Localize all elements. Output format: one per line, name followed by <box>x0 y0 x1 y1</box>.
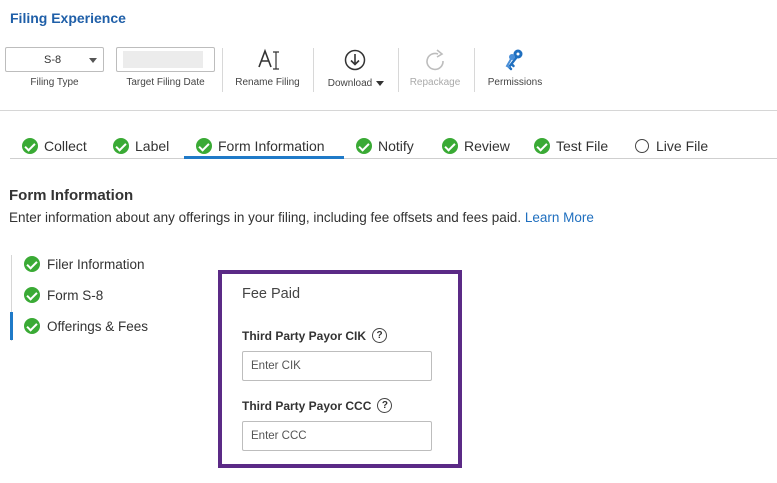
third-party-payor-ccc-input[interactable] <box>242 421 432 451</box>
repackage-label: Repackage <box>409 77 461 88</box>
step-label: Form Information <box>218 138 325 154</box>
filing-type-value: S-8 <box>44 54 62 66</box>
subnav-item-form-s8[interactable]: Form S-8 <box>24 287 103 303</box>
download-menu[interactable]: Download <box>320 76 392 90</box>
fee-paid-panel: Fee Paid Third Party Payor CIK ? Third P… <box>218 270 462 468</box>
check-circle-icon <box>22 138 38 154</box>
check-circle-icon <box>24 256 40 272</box>
cik-label-text: Third Party Payor CIK <box>242 328 367 343</box>
keys-icon <box>505 49 523 71</box>
ccc-label-text: Third Party Payor CCC <box>242 398 372 413</box>
step-label: Live File <box>656 138 709 154</box>
check-circle-icon <box>442 138 458 154</box>
chevron-down-icon <box>89 58 97 63</box>
step-label: Collect <box>44 138 87 154</box>
refresh-icon <box>426 49 444 71</box>
section-description-text: Enter information about any offerings in… <box>9 210 522 225</box>
rename-filing-label: Rename Filing <box>235 77 300 88</box>
check-circle-icon <box>196 138 212 154</box>
check-circle-icon <box>113 138 129 154</box>
target-date-value-placeholder <box>123 51 203 68</box>
toolbar: S-8 Filing Type Target Filing Date Renam… <box>0 44 777 110</box>
steps-divider <box>10 158 777 159</box>
download-label: Download <box>327 77 373 89</box>
target-filing-date-label: Target Filing Date <box>126 77 205 88</box>
check-circle-icon <box>356 138 372 154</box>
third-party-payor-cik-input[interactable] <box>242 351 432 381</box>
step-label: Review <box>464 138 510 154</box>
permissions-label: Permissions <box>487 77 543 88</box>
empty-circle-icon <box>635 139 649 153</box>
section-description: Enter information about any offerings in… <box>9 210 594 225</box>
check-circle-icon <box>534 138 550 154</box>
toolbar-divider <box>398 48 399 92</box>
target-filing-date-input[interactable] <box>116 47 215 72</box>
rename-text-icon <box>258 48 279 70</box>
learn-more-link[interactable]: Learn More <box>525 210 594 225</box>
app-title: Filing Experience <box>10 10 126 26</box>
filing-type-select[interactable]: S-8 <box>5 47 104 72</box>
subnav-item-filer-information[interactable]: Filer Information <box>24 256 145 272</box>
subnav-item-offerings-fees[interactable]: Offerings & Fees <box>24 318 148 334</box>
step-collect[interactable]: Collect <box>22 132 87 160</box>
step-label: Label <box>135 138 170 154</box>
fee-paid-title: Fee Paid <box>242 286 301 302</box>
step-label-tab[interactable]: Label <box>113 132 169 160</box>
step-notify[interactable]: Notify <box>356 132 414 160</box>
subnav-item-label: Offerings & Fees <box>47 318 149 334</box>
caret-down-icon <box>376 80 385 86</box>
check-circle-icon <box>24 287 40 303</box>
subnav-item-label: Form S-8 <box>47 287 104 303</box>
section-title: Form Information <box>9 187 134 204</box>
step-label: Notify <box>378 138 414 154</box>
ccc-field-label: Third Party Payor CCC ? <box>242 398 393 413</box>
step-live-file[interactable]: Live File <box>635 132 708 160</box>
help-icon[interactable]: ? <box>377 398 393 413</box>
help-icon[interactable]: ? <box>372 328 388 343</box>
step-test-file[interactable]: Test File <box>534 132 608 160</box>
toolbar-divider-line <box>0 110 777 111</box>
step-label: Test File <box>556 138 609 154</box>
cik-field-label: Third Party Payor CIK ? <box>242 328 388 343</box>
step-review[interactable]: Review <box>442 132 510 160</box>
filing-type-label: Filing Type <box>30 77 79 88</box>
toolbar-divider <box>222 48 223 92</box>
active-step-indicator <box>184 156 344 159</box>
subnav-item-label: Filer Information <box>47 256 145 272</box>
toolbar-divider <box>313 48 314 92</box>
download-icon <box>344 49 366 71</box>
form-subnav: Filer Information Form S-8 Offerings & F… <box>10 250 200 342</box>
subnav-active-indicator <box>10 312 13 340</box>
workflow-steps: Collect Label Form Information Notify Re… <box>0 132 777 160</box>
toolbar-divider <box>474 48 475 92</box>
check-circle-icon <box>24 318 40 334</box>
